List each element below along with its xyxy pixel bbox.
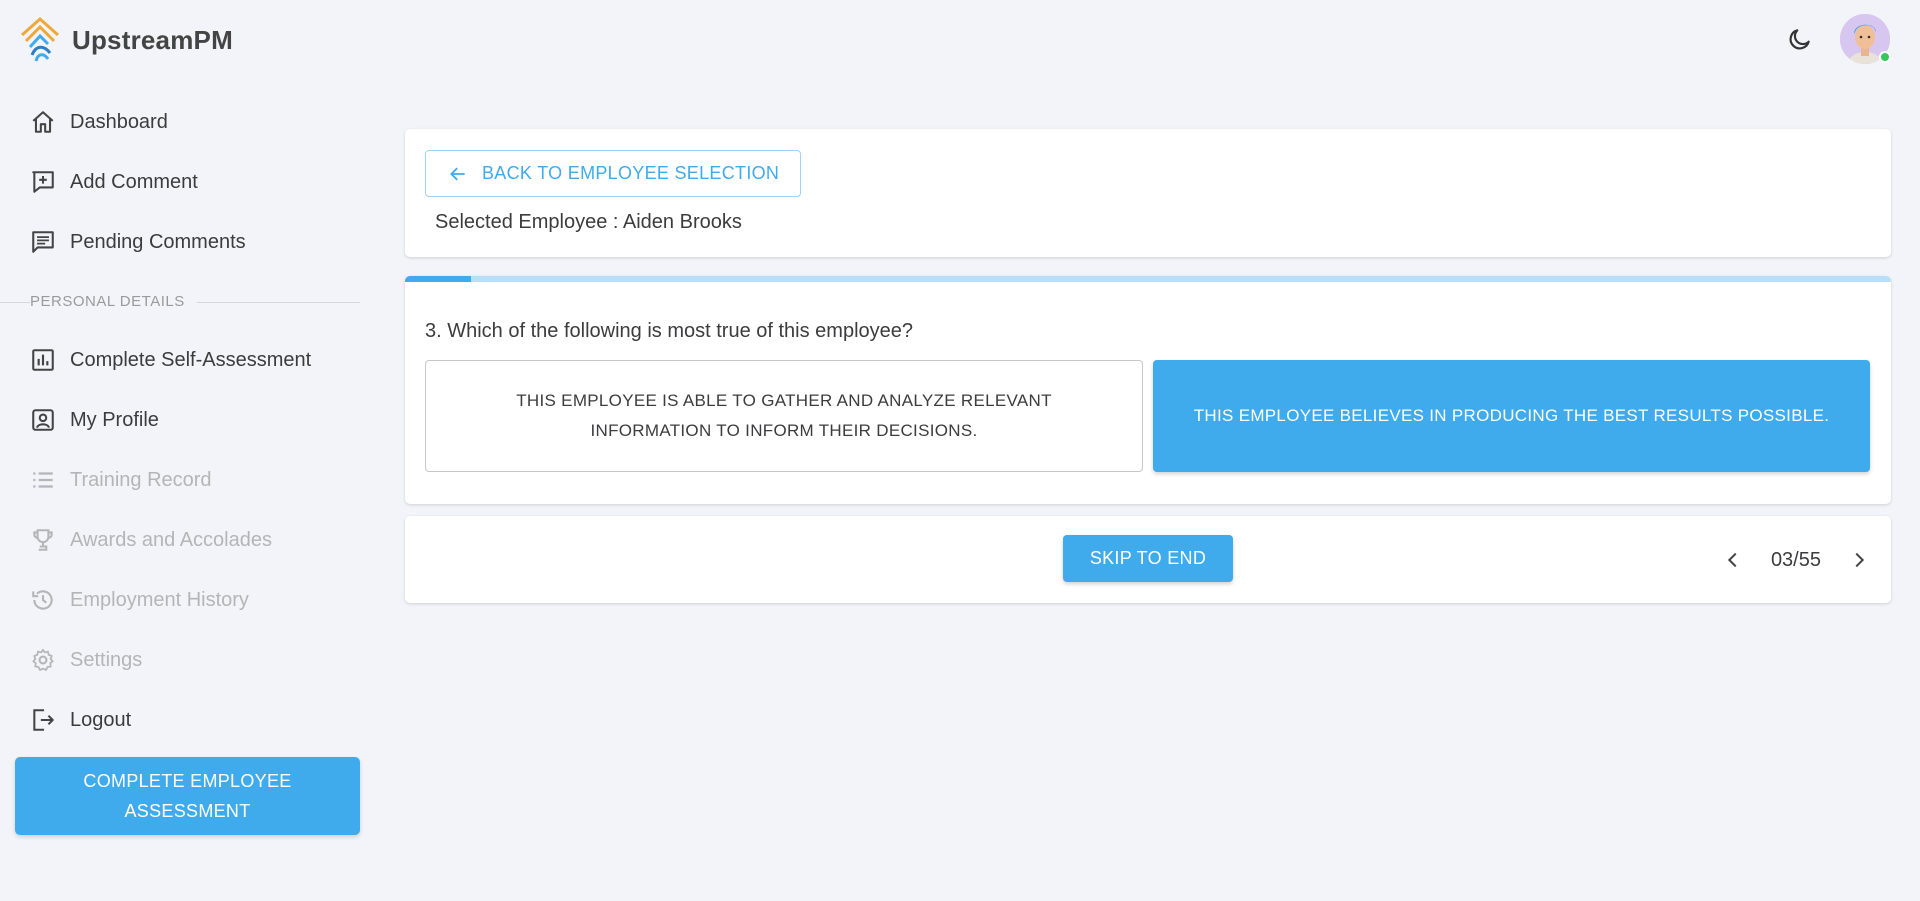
profile-card-icon [30,407,56,433]
sidebar-item-awards: Awards and Accolades [0,510,360,570]
answer-option-a[interactable]: THIS EMPLOYEE IS ABLE TO GATHER AND ANAL… [425,360,1143,472]
sidebar-item-training-record: Training Record [0,450,360,510]
logout-icon [30,707,56,733]
sidebar-item-label: Logout [70,708,132,731]
sidebar-item-label: Training Record [70,468,212,491]
list-icon [30,467,56,493]
moon-icon [1789,29,1810,50]
sidebar-item-label: Complete Self-Assessment [70,348,312,371]
answer-option-b[interactable]: THIS EMPLOYEE BELIEVES IN PRODUCING THE … [1153,360,1870,472]
sidebar: Dashboard Add Comment Pending Comments P… [0,92,360,750]
cta-line-2: ASSESSMENT [124,801,251,821]
online-status-dot [1879,51,1891,63]
add-box-icon [30,169,56,195]
progress-bar-fill [405,276,472,282]
page-count: 03/55 [1770,548,1821,571]
header-actions [1780,14,1891,72]
answer-option-label: THIS EMPLOYEE BELIEVES IN PRODUCING THE … [1193,406,1830,425]
sidebar-item-my-profile[interactable]: My Profile [0,390,360,450]
upstream-logo-icon [21,16,59,62]
chevron-right-icon [1855,552,1865,568]
sidebar-item-label: Employment History [70,588,249,611]
complete-employee-assessment-button[interactable]: COMPLETE EMPLOYEE ASSESSMENT [15,757,360,835]
skip-to-end-button[interactable]: SKIP TO END [1063,535,1233,582]
sidebar-item-pending-comments[interactable]: Pending Comments [0,212,360,272]
sidebar-item-label: Awards and Accolades [70,528,272,551]
app-name: UpstreamPM [72,24,233,55]
navigation-card: SKIP TO END 03/55 [405,516,1891,603]
selected-employee-text: Selected Employee : Aiden Brooks [435,211,742,233]
section-label: PERSONAL DETAILS [30,293,197,310]
theme-toggle-button[interactable] [1780,19,1820,59]
brand[interactable]: UpstreamPM [18,14,233,66]
sidebar-item-employment-history: Employment History [0,570,360,630]
cta-line-1: COMPLETE EMPLOYEE [83,771,292,791]
sidebar-item-logout[interactable]: Logout [0,690,360,750]
arrow-left-icon [448,164,468,184]
sidebar-item-label: Dashboard [70,110,168,133]
employee-card: BACK TO EMPLOYEE SELECTION Selected Empl… [405,129,1891,257]
sidebar-item-label: Pending Comments [70,230,246,253]
avatar[interactable] [1840,14,1891,72]
progress-bar [405,276,1891,282]
answer-option-label: THIS EMPLOYEE IS ABLE TO GATHER AND ANAL… [516,391,1052,440]
chevron-left-icon [1727,552,1737,568]
back-button-label: BACK TO EMPLOYEE SELECTION [482,163,780,183]
question-card: 3. Which of the following is most true o… [405,276,1891,504]
bar-chart-icon [30,347,56,373]
back-to-employee-selection-button[interactable]: BACK TO EMPLOYEE SELECTION [425,150,801,197]
gear-icon [30,647,56,673]
sidebar-item-dashboard[interactable]: Dashboard [0,92,360,152]
sidebar-item-label: Settings [70,648,143,671]
section-divider-personal-details: PERSONAL DETAILS [0,280,360,322]
sidebar-item-settings: Settings [0,630,360,690]
question-pager: 03/55 [1711,536,1881,584]
sidebar-item-label: Add Comment [70,170,198,193]
sidebar-item-label: My Profile [70,408,159,431]
sidebar-item-add-comment[interactable]: Add Comment [0,152,360,212]
comment-list-icon [30,229,56,255]
previous-question-button[interactable] [1711,538,1755,582]
trophy-icon [30,527,56,553]
sidebar-item-self-assessment[interactable]: Complete Self-Assessment [0,330,360,390]
home-icon [30,109,56,135]
question-text: 3. Which of the following is most true o… [425,320,914,342]
history-icon [30,587,56,613]
next-question-button[interactable] [1837,538,1881,582]
